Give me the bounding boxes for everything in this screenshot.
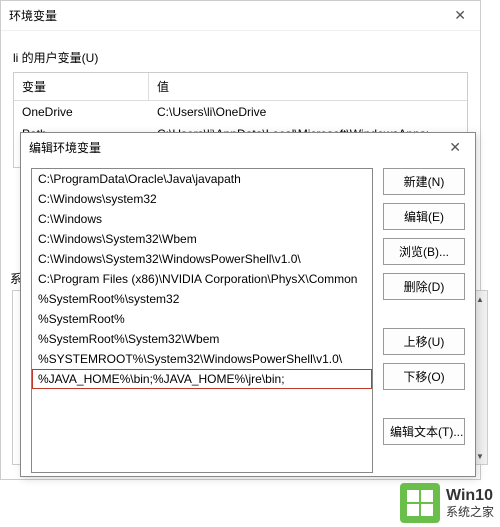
browse-button[interactable]: 浏览(B)... xyxy=(383,238,465,265)
list-item-highlighted[interactable]: %JAVA_HOME%\bin;%JAVA_HOME%\jre\bin; xyxy=(32,369,372,389)
edit-button[interactable]: 编辑(E) xyxy=(383,203,465,230)
cell-val: C:\Users\li\OneDrive xyxy=(149,101,467,123)
move-down-button[interactable]: 下移(O) xyxy=(383,363,465,390)
inner-dialog-title: 编辑环境变量 xyxy=(29,139,101,156)
list-item[interactable]: %SystemRoot%\system32 xyxy=(32,289,372,309)
watermark-text: Win10 系统之家 xyxy=(446,486,494,520)
edit-text-button[interactable]: 编辑文本(T)... xyxy=(383,418,465,445)
cell-var: OneDrive xyxy=(14,101,149,123)
watermark-line2: 系统之家 xyxy=(446,505,494,519)
list-item[interactable]: C:\Windows\system32 xyxy=(32,189,372,209)
list-item[interactable]: %SYSTEMROOT%\System32\WindowsPowerShell\… xyxy=(32,349,372,369)
new-button[interactable]: 新建(N) xyxy=(383,168,465,195)
delete-button[interactable]: 删除(D) xyxy=(383,273,465,300)
inner-titlebar: 编辑环境变量 ✕ xyxy=(21,133,475,162)
watermark: Win10 系统之家 xyxy=(400,483,494,523)
col-header-value[interactable]: 值 xyxy=(149,73,467,100)
button-column: 新建(N) 编辑(E) 浏览(B)... 删除(D) 上移(U) 下移(O) 编… xyxy=(383,168,465,473)
col-header-variable[interactable]: 变量 xyxy=(14,73,149,100)
table-header: 变量 值 xyxy=(14,73,467,101)
edit-env-var-dialog: 编辑环境变量 ✕ C:\ProgramData\Oracle\Java\java… xyxy=(20,132,476,477)
inner-body: C:\ProgramData\Oracle\Java\javapath C:\W… xyxy=(21,162,475,479)
list-item[interactable]: C:\Windows\System32\WindowsPowerShell\v1… xyxy=(32,249,372,269)
watermark-line1: Win10 xyxy=(446,486,494,505)
outer-titlebar: 环境变量 ✕ xyxy=(1,1,480,31)
windows-logo-icon xyxy=(400,483,440,523)
close-icon[interactable]: ✕ xyxy=(448,7,472,24)
list-item[interactable]: C:\Windows\System32\Wbem xyxy=(32,229,372,249)
list-item[interactable]: %SystemRoot% xyxy=(32,309,372,329)
outer-dialog-title: 环境变量 xyxy=(9,7,57,24)
list-item[interactable]: %SystemRoot%\System32\Wbem xyxy=(32,329,372,349)
list-item[interactable]: C:\Windows xyxy=(32,209,372,229)
list-item[interactable]: C:\Program Files (x86)\NVIDIA Corporatio… xyxy=(32,269,372,289)
table-row[interactable]: OneDrive C:\Users\li\OneDrive xyxy=(14,101,467,123)
move-up-button[interactable]: 上移(U) xyxy=(383,328,465,355)
user-vars-label: li 的用户变量(U) xyxy=(13,49,480,66)
path-list[interactable]: C:\ProgramData\Oracle\Java\javapath C:\W… xyxy=(31,168,373,473)
close-icon[interactable]: ✕ xyxy=(443,139,467,156)
list-item[interactable]: C:\ProgramData\Oracle\Java\javapath xyxy=(32,169,372,189)
